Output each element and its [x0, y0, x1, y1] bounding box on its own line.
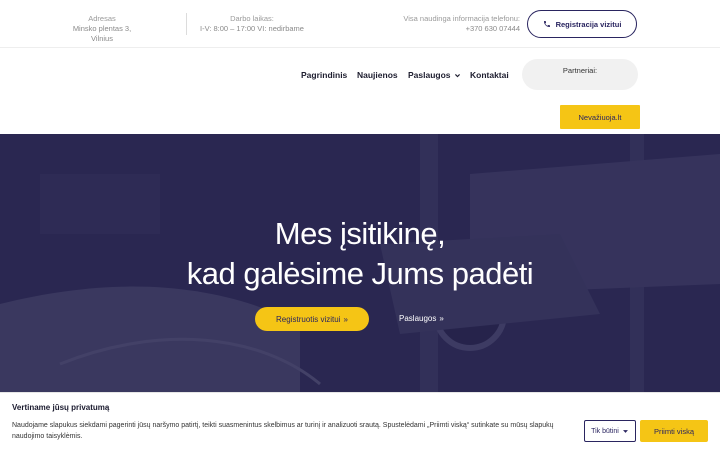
partner-link-label: Nevažiuoja.lt [578, 112, 622, 122]
hero-headline-line1: Mes įsitikinę, [274, 216, 446, 251]
phone-block: Visa naudinga informacija telefonu: +370… [398, 14, 520, 34]
nav-item-label: Naujienos [357, 70, 398, 80]
hero-headline-line2: kad galėsime Jums padėti [186, 256, 534, 291]
double-chevron-right-icon: » [343, 314, 348, 324]
register-visit-label: Registracija vizitui [555, 19, 622, 29]
nav-item-contacts[interactable]: Kontaktai [470, 70, 509, 80]
phone-icon [543, 21, 550, 27]
hours-value: I-V: 8:00 – 17:00 VI: nedirbame [200, 24, 304, 33]
top-info-bar: Adresas Minsko plentas 3, Vilnius Darbo … [0, 0, 720, 48]
address-label: Adresas [88, 14, 116, 23]
info-divider [186, 13, 187, 35]
necessary-only-button[interactable]: Tik būtini [584, 420, 636, 442]
nav-item-label: Pagrindinis [301, 70, 348, 80]
register-visit-button[interactable]: Registracija vizitui [527, 10, 637, 38]
accept-all-label: Priimti viską [653, 426, 694, 436]
services-hero-link[interactable]: Paslaugos » [399, 314, 444, 323]
nav-item-news[interactable]: Naujienos [357, 70, 398, 80]
caret-down-icon [622, 429, 628, 433]
phone-value[interactable]: +370 630 07444 [398, 24, 520, 34]
register-visit-hero-label: Registruotis vizitui [276, 314, 341, 324]
necessary-only-label: Tik būtini [591, 427, 619, 435]
address-value: Minsko plentas 3, Vilnius [72, 24, 132, 43]
nav-item-label: Paslaugos [408, 70, 451, 80]
double-chevron-right-icon: » [439, 314, 444, 323]
partners-label: Partneriai: [562, 66, 598, 75]
phone-label: Visa naudinga informacija telefonu: [403, 14, 520, 23]
hours-block: Darbo laikas: I-V: 8:00 – 17:00 VI: nedi… [196, 14, 308, 34]
register-visit-hero-button[interactable]: Registruotis vizitui » [255, 307, 369, 331]
accept-all-button[interactable]: Priimti viską [640, 420, 708, 442]
hours-label: Darbo laikas: [230, 14, 274, 23]
nav-item-label: Kontaktai [470, 70, 509, 80]
partner-link-button[interactable]: Nevažiuoja.lt [560, 105, 640, 129]
main-navbar: Pagrindinis Naujienos Paslaugos Kontakta… [0, 49, 720, 134]
hero-headline: Mes įsitikinę, kad galėsime Jums padėti [0, 214, 720, 294]
cookie-title: Vertiname jūsų privatumą [12, 403, 110, 412]
services-hero-label: Paslaugos [399, 314, 437, 323]
partners-box: Partneriai: [522, 59, 638, 90]
chevron-down-icon [454, 73, 460, 77]
address-block: Adresas Minsko plentas 3, Vilnius [68, 14, 136, 44]
nav-item-home[interactable]: Pagrindinis [301, 70, 347, 80]
cookie-description: Naudojame slapukus siekdami pagerinti jū… [12, 422, 554, 440]
nav-item-services[interactable]: Paslaugos [408, 70, 461, 80]
cookie-consent-banner: Vertiname jūsų privatumą Naudojame slapu… [0, 392, 720, 450]
